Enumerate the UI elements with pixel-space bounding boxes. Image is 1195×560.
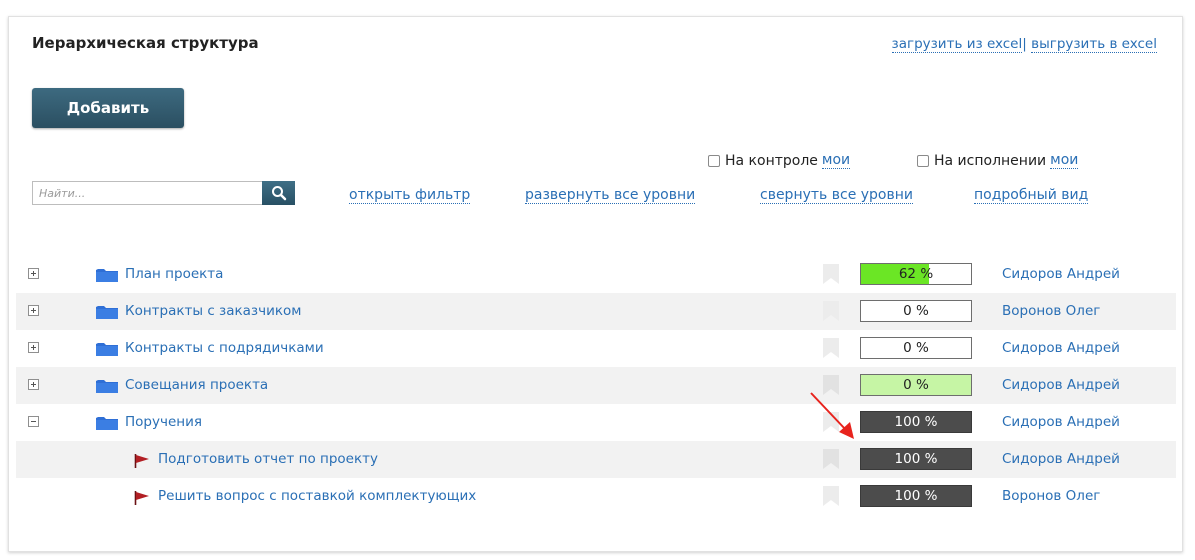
progress-text: 62 % <box>898 266 934 282</box>
tree-item-name[interactable]: Решить вопрос с поставкой комплектующих <box>158 488 476 504</box>
link-separator: | <box>1022 36 1027 52</box>
progress-bar: 0 % <box>860 374 972 396</box>
search-icon <box>271 186 286 201</box>
folder-icon <box>96 417 118 430</box>
flag-icon <box>134 491 149 505</box>
tree-item-name[interactable]: Контракты с заказчиком <box>125 303 301 319</box>
expand-toggle[interactable] <box>28 268 39 279</box>
bookmark-icon[interactable] <box>822 486 840 506</box>
add-button[interactable]: Добавить <box>32 88 184 128</box>
on-execution-label: На исполнении <box>934 152 1047 169</box>
folder-icon <box>96 306 118 319</box>
detailed-view-link[interactable]: подробный вид <box>974 187 1089 204</box>
bookmark-icon[interactable] <box>822 449 840 469</box>
flag-icon <box>134 454 149 468</box>
tree-row[interactable]: Подготовить отчет по проекту 100 % Сидор… <box>16 441 1176 478</box>
tree-item-name[interactable]: Совещания проекта <box>125 377 268 393</box>
folder-icon <box>96 380 118 393</box>
responsible-person[interactable]: Сидоров Андрей <box>1002 266 1120 282</box>
tree-item-name[interactable]: Контракты с подрядичками <box>125 340 324 356</box>
expand-all-link[interactable]: развернуть все уровни <box>525 187 696 204</box>
bookmark-icon[interactable] <box>822 264 840 284</box>
on-execution-checkbox[interactable] <box>917 154 929 167</box>
tree-row[interactable]: Контракты с заказчиком 0 % Воронов Олег <box>16 293 1176 330</box>
cropped-text-sliver <box>0 0 1195 5</box>
progress-bar: 100 % <box>860 411 972 433</box>
open-filter-link[interactable]: открыть фильтр <box>349 187 471 204</box>
on-control-checkbox[interactable] <box>708 154 720 167</box>
on-control-filter: На контроле мои <box>708 152 851 169</box>
collapse-toggle[interactable] <box>28 416 39 427</box>
progress-text: 0 % <box>903 377 929 393</box>
export-excel-link[interactable]: выгрузить в excel <box>1031 36 1157 53</box>
expand-toggle[interactable] <box>28 379 39 390</box>
search-button[interactable] <box>262 181 295 205</box>
responsible-person[interactable]: Воронов Олег <box>1002 488 1100 504</box>
progress-bar: 100 % <box>860 448 972 470</box>
folder-icon <box>96 269 118 282</box>
progress-text: 100 % <box>894 414 938 430</box>
tree-row[interactable]: Поручения 100 % Сидоров Андрей <box>16 404 1176 441</box>
tree-item-name[interactable]: Поручения <box>125 414 202 430</box>
open-filter-label[interactable]: открыть фильтр <box>349 187 471 204</box>
progress-bar: 0 % <box>860 337 972 359</box>
page-title: Иерархическая структура <box>32 34 259 52</box>
folder-icon <box>96 343 118 356</box>
bookmark-icon[interactable] <box>822 301 840 321</box>
tree-row[interactable]: План проекта 62 % Сидоров Андрей <box>16 256 1176 293</box>
expand-toggle[interactable] <box>28 342 39 353</box>
bookmark-icon[interactable] <box>822 338 840 358</box>
tree-item-name[interactable]: План проекта <box>125 266 223 282</box>
progress-bar: 62 % <box>860 263 972 285</box>
progress-text: 0 % <box>903 340 929 356</box>
tree-item-name[interactable]: Подготовить отчет по проекту <box>158 451 378 467</box>
responsible-person[interactable]: Сидоров Андрей <box>1002 377 1120 393</box>
on-control-mine-link[interactable]: мои <box>821 152 851 169</box>
on-execution-filter: На исполнении мои <box>917 152 1079 169</box>
collapse-all-link[interactable]: свернуть все уровни <box>760 187 913 204</box>
progress-bar: 0 % <box>860 300 972 322</box>
responsible-person[interactable]: Сидоров Андрей <box>1002 451 1120 467</box>
on-execution-mine-link[interactable]: мои <box>1050 152 1079 169</box>
progress-text: 100 % <box>894 488 938 504</box>
responsible-person[interactable]: Сидоров Андрей <box>1002 340 1120 356</box>
search-input[interactable] <box>32 181 262 205</box>
responsible-person[interactable]: Сидоров Андрей <box>1002 414 1120 430</box>
import-excel-link[interactable]: загрузить из excel <box>891 36 1023 53</box>
expand-toggle[interactable] <box>28 305 39 316</box>
collapse-all-label[interactable]: свернуть все уровни <box>760 187 913 204</box>
hierarchy-tree: План проекта 62 % Сидоров Андрей Контрак… <box>16 256 1176 515</box>
progress-bar: 100 % <box>860 485 972 507</box>
tree-row[interactable]: Контракты с подрядичками 0 % Сидоров Анд… <box>16 330 1176 367</box>
excel-links: загрузить из excel| выгрузить в excel <box>891 36 1157 53</box>
on-control-label: На контроле <box>725 152 818 169</box>
tree-row[interactable]: Решить вопрос с поставкой комплектующих … <box>16 478 1176 515</box>
detailed-view-label[interactable]: подробный вид <box>974 187 1089 204</box>
responsible-person[interactable]: Воронов Олег <box>1002 303 1100 319</box>
progress-text: 0 % <box>903 303 929 319</box>
expand-all-label[interactable]: развернуть все уровни <box>525 187 696 204</box>
annotation-arrow-icon <box>810 392 854 439</box>
progress-text: 100 % <box>894 451 938 467</box>
search-box <box>32 181 295 205</box>
tree-row[interactable]: Совещания проекта 0 % Сидоров Андрей <box>16 367 1176 404</box>
